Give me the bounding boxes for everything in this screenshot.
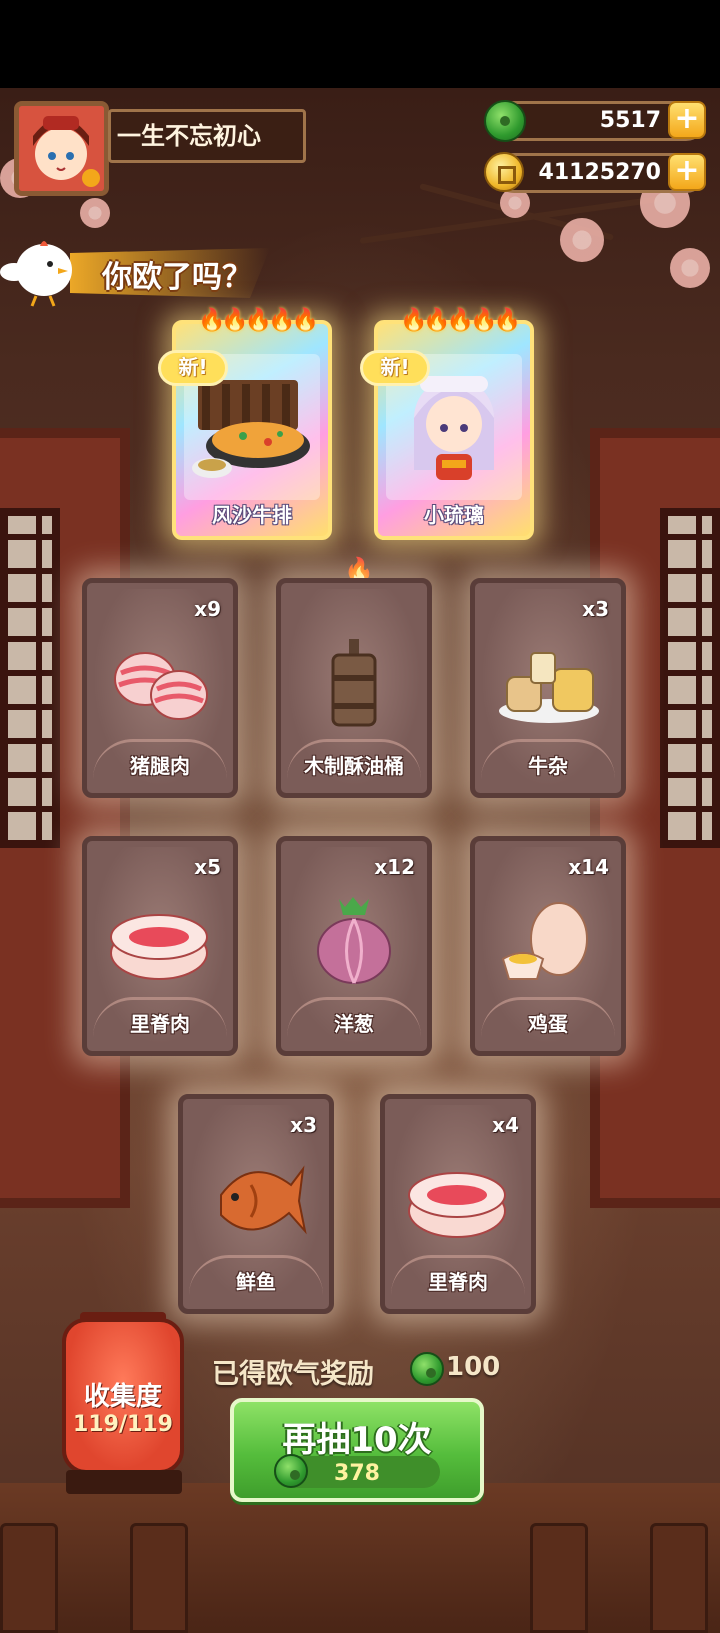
blossom (670, 248, 710, 288)
item-count: x12 (374, 855, 415, 879)
item-count: x3 (582, 597, 609, 621)
item-card[interactable]: 木制酥油桶 (276, 578, 432, 798)
wooden-butter-churn-icon (331, 639, 377, 727)
item-label: 牛杂 (528, 754, 568, 778)
gold-coin-icon (484, 152, 524, 192)
draw-button-label: 再抽10次 (282, 1420, 432, 1460)
item-label: 里脊肉 (130, 1012, 190, 1036)
item-card[interactable]: x3 牛杂 (470, 578, 626, 798)
new-badge: 新! (158, 350, 228, 386)
pork-leg-icon (114, 652, 208, 720)
blossom (80, 198, 110, 228)
add-jade-button[interactable]: + (668, 101, 706, 139)
jade-amount: 5517 (599, 108, 661, 133)
item-card[interactable]: x4 里脊肉 (380, 1094, 536, 1314)
item-count: x3 (290, 1113, 317, 1137)
floor (0, 1483, 720, 1633)
add-gold-button[interactable]: + (668, 153, 706, 191)
blossom (560, 218, 604, 262)
reward-label: 已得欧气奖励 (212, 1359, 374, 1390)
featured-card[interactable]: 🔥🔥🔥🔥🔥 新! 风沙牛排 (158, 308, 332, 540)
item-card[interactable]: x5 里脊肉 (82, 836, 238, 1056)
item-card[interactable]: x14 鸡蛋 (470, 836, 626, 1056)
onion-icon (317, 897, 391, 984)
jade-coin-icon (484, 100, 526, 142)
fence-post (0, 1523, 58, 1633)
featured-card[interactable]: 🔥🔥🔥🔥🔥 新! 小琉璃 (360, 308, 534, 540)
draw-again-button[interactable]: 再抽10次 378 (230, 1398, 484, 1502)
left-lattice-window (0, 508, 60, 848)
featured-card-label: 风沙牛排 (212, 503, 292, 527)
item-count: x14 (568, 855, 609, 879)
fence-post (650, 1523, 708, 1633)
fence-post (530, 1523, 588, 1633)
collection-progress: 119/119 (73, 1412, 173, 1437)
item-count: x9 (194, 597, 221, 621)
item-label: 鸡蛋 (528, 1012, 568, 1036)
fence-post (130, 1523, 188, 1633)
item-count: x5 (194, 855, 221, 879)
right-lattice-window (660, 508, 720, 848)
player-name: 一生不忘初心 (108, 109, 306, 163)
item-label: 鲜鱼 (236, 1270, 276, 1294)
item-card[interactable]: x3 鲜鱼 (178, 1094, 334, 1314)
lantern-stand (66, 1470, 182, 1494)
new-badge: 新! (360, 350, 430, 386)
beef-offal-icon (499, 652, 599, 723)
collection-lantern[interactable]: 收集度 119/119 (62, 1318, 184, 1474)
fish-icon (220, 1165, 307, 1235)
chick-mascot-icon (0, 241, 72, 307)
item-card[interactable]: x9 猪腿肉 (82, 578, 238, 798)
item-label: 洋葱 (334, 1012, 374, 1036)
reward-value: 100 (446, 1352, 501, 1382)
item-card[interactable]: x12 洋葱 (276, 836, 432, 1056)
player-avatar[interactable] (14, 101, 109, 196)
jade-coin-icon (410, 1352, 444, 1386)
tenderloin-icon (110, 914, 208, 980)
featured-card-label: 小琉璃 (424, 503, 484, 527)
gold-amount: 41125270 (538, 160, 661, 185)
item-label: 里脊肉 (428, 1270, 488, 1294)
item-label: 猪腿肉 (130, 754, 190, 778)
tenderloin-icon (408, 1172, 506, 1238)
item-label: 木制酥油桶 (304, 754, 404, 778)
item-count: x4 (492, 1113, 519, 1137)
banner-title: 你欧了吗？ (102, 260, 252, 295)
new-badge-text: 新 (380, 355, 401, 379)
rarity-flames: 🔥🔥🔥🔥🔥 (400, 308, 521, 333)
rarity-flames: 🔥🔥🔥🔥🔥 (198, 308, 319, 333)
avatar-portrait-icon (19, 106, 104, 191)
draw-cost: 378 (334, 1461, 380, 1486)
egg-icon (501, 902, 588, 980)
collection-title: 收集度 (83, 1382, 162, 1412)
new-badge-text: 新 (178, 355, 199, 379)
